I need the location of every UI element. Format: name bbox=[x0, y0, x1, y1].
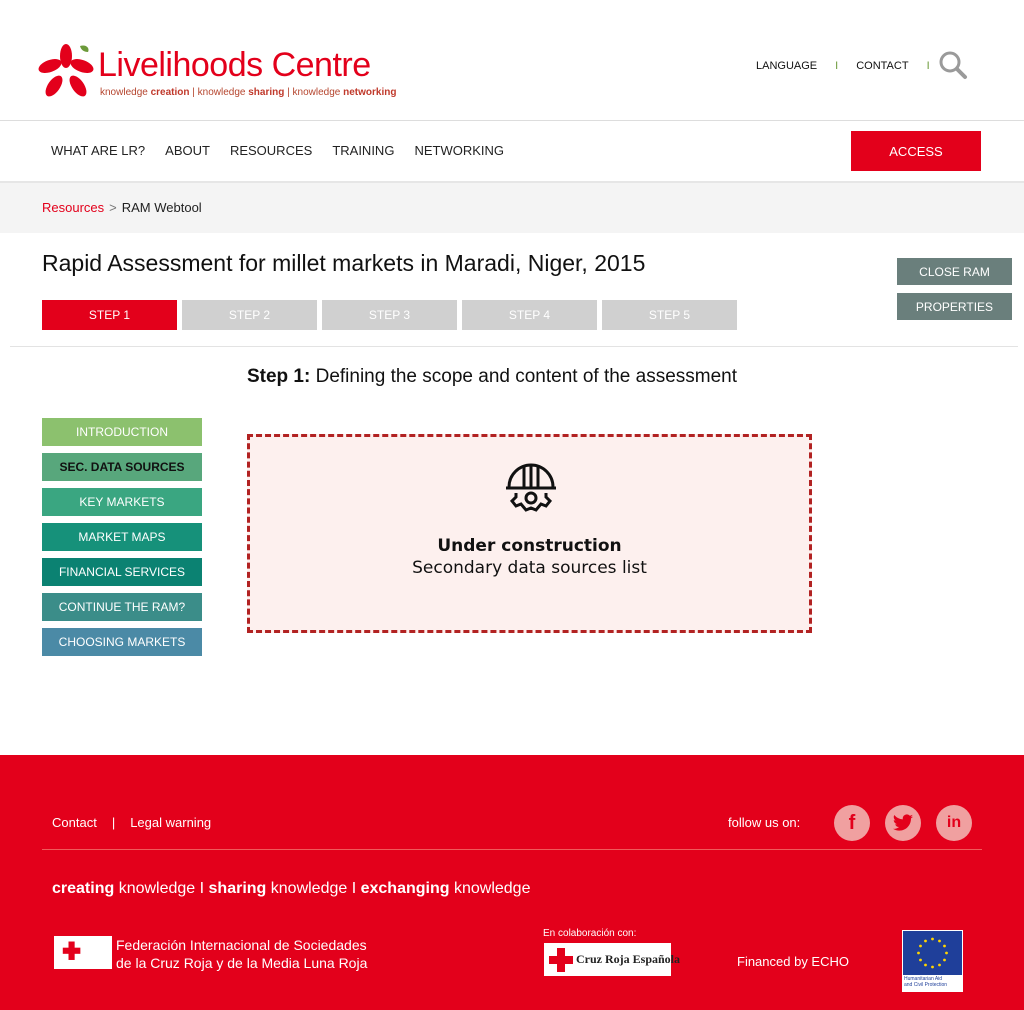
nav-item-resources[interactable]: RESOURCES bbox=[230, 143, 312, 158]
logo-title: Livelihoods Centre bbox=[98, 46, 371, 84]
eu-flag-icon bbox=[903, 931, 962, 975]
construction-title: Under construction bbox=[437, 536, 622, 556]
construction-subtitle: Secondary data sources list bbox=[412, 558, 647, 578]
footer-links: Contact | Legal warning bbox=[52, 815, 211, 830]
cruz-roja-name: Cruz Roja Española bbox=[576, 952, 681, 966]
logo-tagline: knowledge creation | knowledge sharing |… bbox=[100, 87, 397, 98]
main-nav: WHAT ARE LR? ABOUT RESOURCES TRAINING NE… bbox=[0, 121, 1024, 183]
search-icon[interactable] bbox=[938, 50, 968, 80]
menu-item-choosing-markets[interactable]: CHOOSING MARKETS bbox=[42, 628, 202, 656]
close-ram-button[interactable]: CLOSE RAM bbox=[897, 258, 1012, 285]
red-cross-icon bbox=[549, 948, 573, 972]
footer-legal-link[interactable]: Legal warning bbox=[130, 815, 211, 830]
cruz-roja-logo[interactable]: Cruz Roja Española bbox=[544, 943, 680, 976]
eu-echo-logo[interactable]: Humanitarian Aid and Civil Protection bbox=[902, 930, 963, 992]
page-title: Rapid Assessment for millet markets in M… bbox=[42, 250, 646, 276]
menu-item-financial-services[interactable]: FINANCIAL SERVICES bbox=[42, 558, 202, 586]
construction-helmet-icon bbox=[506, 463, 556, 512]
nav-item-what-are-lr[interactable]: WHAT ARE LR? bbox=[51, 143, 145, 158]
tab-step-3[interactable]: STEP 3 bbox=[322, 300, 457, 330]
menu-item-market-maps[interactable]: MARKET MAPS bbox=[42, 523, 202, 551]
top-links: LANGUAGE I CONTACT I bbox=[756, 60, 948, 72]
nav-item-about[interactable]: ABOUT bbox=[165, 143, 210, 158]
breadcrumb: Resources > RAM Webtool bbox=[42, 200, 202, 215]
ifrc-logo[interactable]: Federación Internacional de Sociedades de… bbox=[54, 936, 414, 976]
step-heading: Step 1: Defining the scope and content o… bbox=[246, 366, 738, 387]
footer-contact-link[interactable]: Contact bbox=[52, 815, 97, 830]
step-tabs: STEP 1 STEP 2 STEP 3 STEP 4 STEP 5 bbox=[42, 300, 742, 330]
top-separator: I bbox=[835, 60, 839, 72]
under-construction-panel: Under construction Secondary data source… bbox=[247, 434, 812, 633]
ifrc-emblem-icon bbox=[54, 936, 112, 969]
tab-step-5[interactable]: STEP 5 bbox=[602, 300, 737, 330]
access-button[interactable]: ACCESS bbox=[851, 131, 981, 171]
collaboration-label: En colaboración con: bbox=[543, 928, 637, 939]
footer-tagline: creating knowledge I sharing knowledge I… bbox=[52, 880, 531, 897]
properties-button[interactable]: PROPERTIES bbox=[897, 293, 1012, 320]
breadcrumb-resources-link[interactable]: Resources bbox=[42, 200, 104, 215]
follow-us-label: follow us on: bbox=[728, 815, 801, 830]
breadcrumb-bar: Resources > RAM Webtool bbox=[0, 183, 1024, 233]
tab-step-2[interactable]: STEP 2 bbox=[182, 300, 317, 330]
tab-step-1[interactable]: STEP 1 bbox=[42, 300, 177, 330]
main-nav-items: WHAT ARE LR? ABOUT RESOURCES TRAINING NE… bbox=[51, 143, 524, 158]
twitter-icon[interactable] bbox=[885, 805, 921, 841]
breadcrumb-separator: > bbox=[109, 200, 117, 215]
menu-item-sec-data-sources[interactable]: SEC. DATA SOURCES bbox=[42, 453, 202, 481]
nav-item-training[interactable]: TRAINING bbox=[332, 143, 394, 158]
step-menu: INTRODUCTION SEC. DATA SOURCES KEY MARKE… bbox=[42, 418, 202, 663]
menu-item-key-markets[interactable]: KEY MARKETS bbox=[42, 488, 202, 516]
footer-link-separator: | bbox=[111, 815, 116, 830]
facebook-icon[interactable]: f bbox=[834, 805, 870, 841]
section-divider bbox=[10, 346, 1018, 347]
tab-step-4[interactable]: STEP 4 bbox=[462, 300, 597, 330]
ifrc-name: Federación Internacional de Sociedades de… bbox=[116, 937, 368, 971]
footer-divider bbox=[42, 849, 982, 850]
site-header: Livelihoods Centre knowledge creation | … bbox=[0, 0, 1024, 121]
breadcrumb-current: RAM Webtool bbox=[121, 200, 202, 215]
eu-caption: Humanitarian Aid and Civil Protection bbox=[904, 976, 948, 988]
financed-by-label: Financed by ECHO bbox=[737, 954, 849, 969]
menu-item-continue-the-ram[interactable]: CONTINUE THE RAM? bbox=[42, 593, 202, 621]
contact-link[interactable]: CONTACT bbox=[856, 60, 908, 72]
site-logo[interactable]: Livelihoods Centre knowledge creation | … bbox=[36, 40, 416, 104]
top-separator: I bbox=[926, 60, 930, 72]
linkedin-icon[interactable]: in bbox=[936, 805, 972, 841]
menu-item-introduction[interactable]: INTRODUCTION bbox=[42, 418, 202, 446]
site-footer: Contact | Legal warning follow us on: f … bbox=[0, 755, 1024, 1010]
logo-flower-icon bbox=[38, 44, 94, 97]
language-link[interactable]: LANGUAGE bbox=[756, 60, 817, 72]
nav-item-networking[interactable]: NETWORKING bbox=[414, 143, 504, 158]
